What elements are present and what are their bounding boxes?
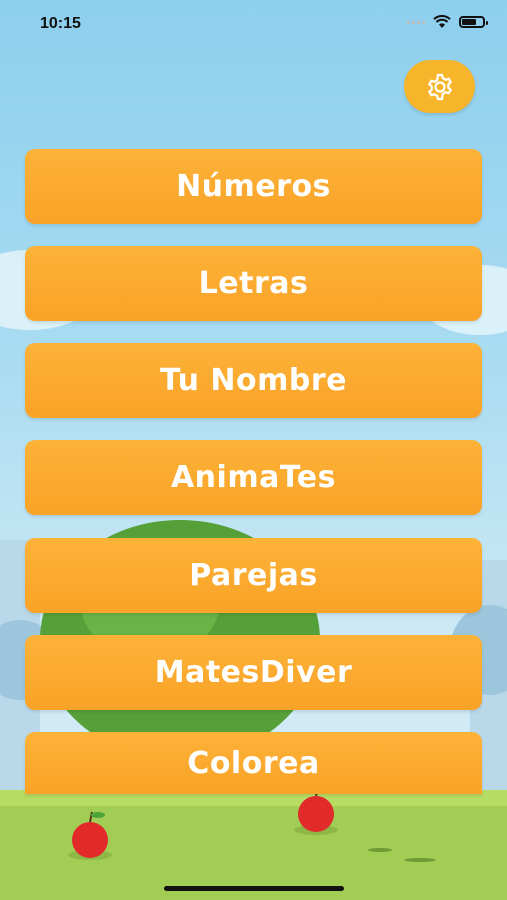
- menu-button-parejas[interactable]: Parejas: [25, 538, 482, 613]
- menu-button-label: Números: [176, 169, 331, 204]
- apple-icon: [72, 822, 108, 858]
- settings-button[interactable]: [404, 60, 475, 113]
- status-icons: [407, 15, 488, 29]
- menu-button-label: Colorea: [187, 745, 320, 781]
- status-bar: 10:15: [0, 0, 507, 50]
- battery-icon: [459, 16, 488, 28]
- menu-button-letras[interactable]: Letras: [25, 246, 482, 321]
- home-indicator: [164, 886, 344, 891]
- menu-button-label: Parejas: [189, 558, 318, 593]
- menu-button-matesdiver[interactable]: MatesDiver: [25, 635, 482, 710]
- signal-icon: [407, 20, 425, 24]
- wifi-icon: [433, 15, 451, 28]
- menu-button-label: Letras: [198, 266, 309, 301]
- apple-icon: [298, 796, 334, 832]
- gear-icon: [427, 73, 452, 100]
- menu-button-animates[interactable]: AnimaTes: [25, 440, 482, 515]
- menu-button-colorea[interactable]: Colorea: [25, 732, 482, 794]
- menu-button-tu-nombre[interactable]: Tu Nombre: [25, 343, 482, 418]
- battery-fill: [462, 19, 476, 25]
- status-time: 10:15: [40, 15, 81, 32]
- menu-button-label: AnimaTes: [170, 460, 337, 495]
- menu-button-label: MatesDiver: [154, 655, 353, 690]
- menu-button-label: Tu Nombre: [159, 363, 348, 398]
- menu-button-numeros[interactable]: Números: [25, 149, 482, 224]
